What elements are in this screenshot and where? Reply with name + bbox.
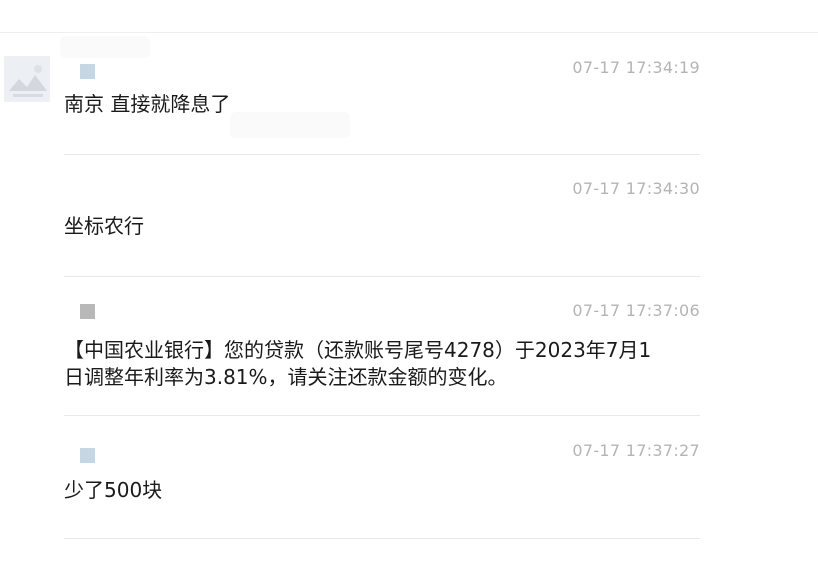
- divider: [64, 538, 700, 539]
- blur-region: [60, 36, 150, 58]
- comment-thread: 07-17 17:34:19 南京 直接就降息了 07-17 17:34:30 …: [0, 0, 818, 586]
- image-placeholder-icon: [5, 57, 49, 101]
- top-bar: [0, 0, 818, 33]
- username-mark[interactable]: [80, 64, 95, 79]
- divider: [64, 415, 700, 416]
- message-text: 少了500块: [64, 478, 163, 502]
- timestamp: 07-17 17:34:30: [572, 179, 700, 198]
- message-text: 坐标农行: [64, 214, 144, 238]
- divider: [64, 154, 700, 155]
- timestamp: 07-17 17:37:06: [572, 301, 700, 320]
- divider: [64, 276, 700, 277]
- message-text: 南京 直接就降息了: [64, 92, 231, 116]
- username-mark[interactable]: [80, 448, 95, 463]
- timestamp: 07-17 17:37:27: [572, 441, 700, 460]
- timestamp: 07-17 17:34:19: [572, 58, 700, 77]
- message-text: 【中国农业银行】您的贷款（还款账号尾号4278）于2023年7月1日调整年利率为…: [64, 338, 652, 389]
- username-mark[interactable]: [80, 304, 95, 319]
- avatar[interactable]: [4, 56, 50, 102]
